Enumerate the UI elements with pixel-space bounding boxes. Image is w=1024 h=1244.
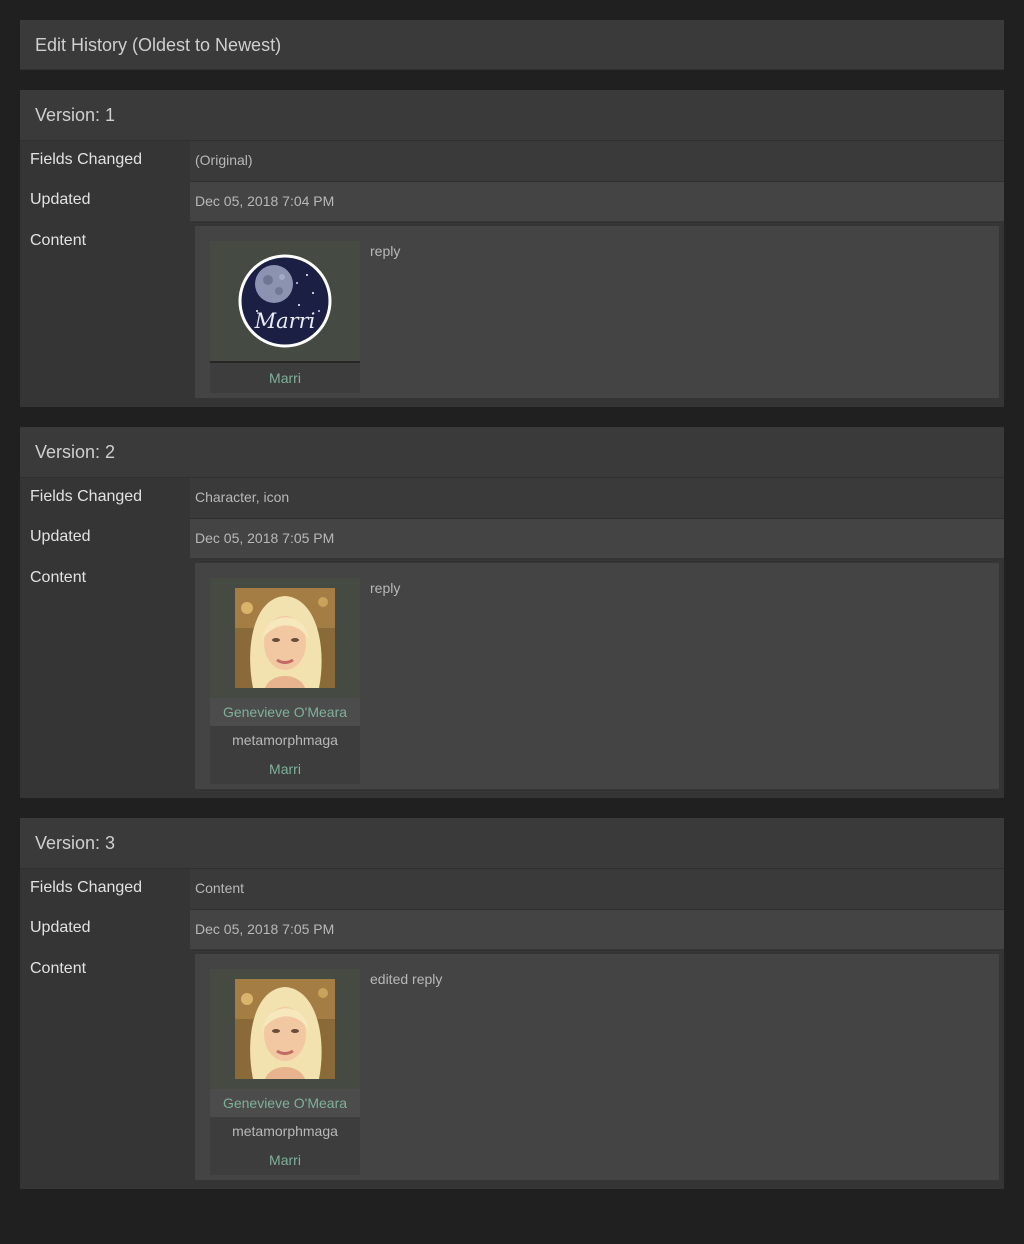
version-3-title: Version: 3 — [20, 818, 1004, 869]
fields-changed-row: Fields Changed Character, icon — [20, 478, 1004, 518]
updated-label: Updated — [20, 518, 190, 558]
screenname-label: metamorphmaga — [210, 726, 360, 755]
character-link[interactable]: Genevieve O'Meara — [210, 1089, 360, 1117]
version-2-title: Version: 2 — [20, 427, 1004, 478]
content-row: Content — [20, 221, 1004, 402]
portrait-icon[interactable] — [235, 588, 335, 688]
content-label: Content — [20, 221, 190, 402]
post-content-text: edited reply — [370, 971, 443, 987]
fields-changed-value: (Original) — [190, 141, 1004, 181]
character-link[interactable]: Genevieve O'Meara — [210, 698, 360, 726]
content-row: Content — [20, 949, 1004, 1184]
version-1-title: Version: 1 — [20, 90, 1004, 141]
version-3-panel: Version: 3 Fields Changed Content Update… — [20, 818, 1004, 1189]
fields-changed-row: Fields Changed (Original) — [20, 141, 1004, 181]
fields-changed-value: Content — [190, 869, 1004, 909]
icon-container — [210, 578, 360, 698]
updated-label: Updated — [20, 909, 190, 949]
icon-container: Marri — [210, 241, 360, 363]
updated-value: Dec 05, 2018 7:05 PM — [190, 909, 1004, 949]
version-1-panel: Version: 1 Fields Changed (Original) Upd… — [20, 90, 1004, 407]
updated-row: Updated Dec 05, 2018 7:04 PM — [20, 181, 1004, 221]
fields-changed-label: Fields Changed — [20, 478, 190, 518]
moon-marri-icon[interactable]: Marri — [237, 253, 333, 349]
content-area: Marri Marri reply — [190, 221, 1004, 402]
moon-marri-text: Marri — [254, 309, 316, 333]
author-link[interactable]: Marri — [210, 755, 360, 784]
author-link[interactable]: Marri — [210, 363, 360, 393]
content-label: Content — [20, 558, 190, 793]
screenname-label: metamorphmaga — [210, 1117, 360, 1146]
post-content-text: reply — [370, 580, 401, 596]
post-info: Genevieve O'Meara metamorphmaga Marri — [210, 969, 360, 1175]
post: Marri Marri reply — [195, 226, 999, 398]
fields-changed-label: Fields Changed — [20, 141, 190, 181]
updated-row: Updated Dec 05, 2018 7:05 PM — [20, 518, 1004, 558]
post-content-text: reply — [370, 243, 401, 259]
edit-history-header: Edit History (Oldest to Newest) — [20, 20, 1004, 70]
post-info: Genevieve O'Meara metamorphmaga Marri — [210, 578, 360, 784]
content-area: Genevieve O'Meara metamorphmaga Marri re… — [190, 558, 1004, 793]
updated-value: Dec 05, 2018 7:05 PM — [190, 518, 1004, 558]
post: Genevieve O'Meara metamorphmaga Marri ed… — [195, 954, 999, 1180]
content-row: Content — [20, 558, 1004, 793]
portrait-icon[interactable] — [235, 979, 335, 1079]
content-area: Genevieve O'Meara metamorphmaga Marri ed… — [190, 949, 1004, 1184]
author-link[interactable]: Marri — [210, 1146, 360, 1175]
fields-changed-value: Character, icon — [190, 478, 1004, 518]
version-2-panel: Version: 2 Fields Changed Character, ico… — [20, 427, 1004, 798]
post: Genevieve O'Meara metamorphmaga Marri re… — [195, 563, 999, 789]
icon-container — [210, 969, 360, 1089]
updated-value: Dec 05, 2018 7:04 PM — [190, 181, 1004, 221]
updated-row: Updated Dec 05, 2018 7:05 PM — [20, 909, 1004, 949]
post-info: Marri Marri — [210, 241, 360, 393]
fields-changed-label: Fields Changed — [20, 869, 190, 909]
edit-history-title: Edit History (Oldest to Newest) — [35, 35, 282, 55]
content-label: Content — [20, 949, 190, 1184]
updated-label: Updated — [20, 181, 190, 221]
fields-changed-row: Fields Changed Content — [20, 869, 1004, 909]
